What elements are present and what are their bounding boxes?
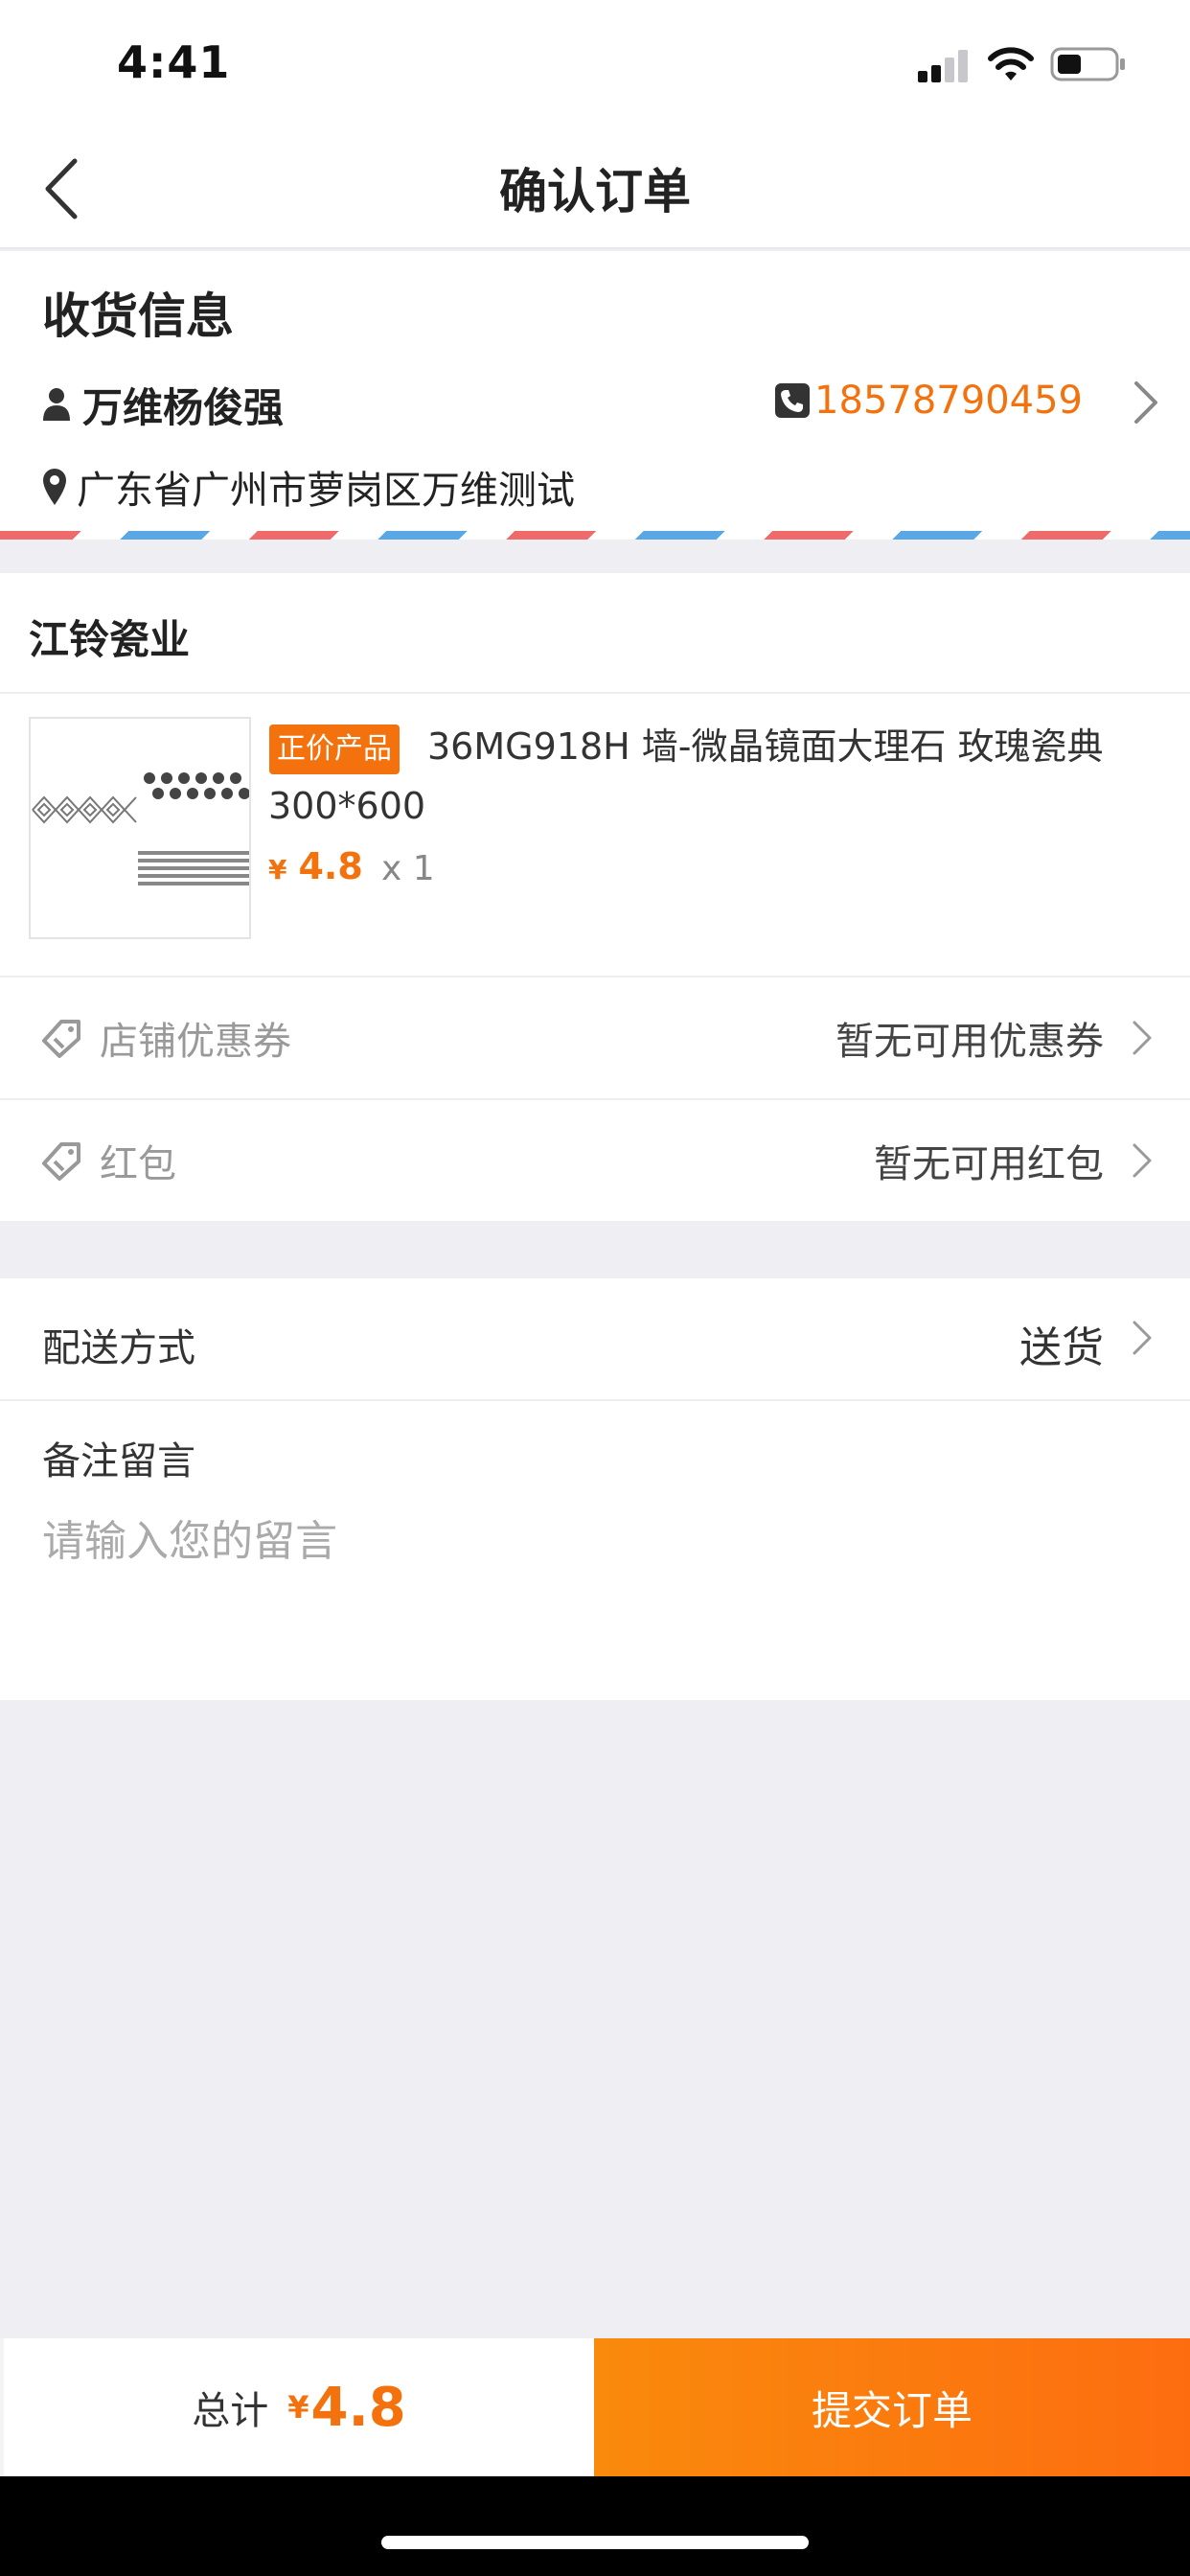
- phone-row: 18578790459: [774, 379, 1083, 423]
- coupon-label: 店铺优惠券: [100, 1020, 291, 1064]
- phone-icon: [775, 383, 811, 418]
- user-icon: [43, 388, 70, 421]
- shipping-info-heading: 收货信息: [42, 288, 234, 344]
- chevron-right-icon: [1133, 1143, 1152, 1178]
- envelope-stripe-divider: [0, 531, 1190, 540]
- battery-icon: [1050, 47, 1125, 81]
- status-bar: 4:41: [0, 0, 1190, 126]
- product-thumbnail[interactable]: [29, 717, 251, 939]
- recipient-phone: 18578790459: [814, 379, 1083, 423]
- order-total: 总计 ¥ 4.8: [0, 2338, 594, 2476]
- delivery-method-value: 送货: [1019, 1323, 1104, 1372]
- status-time: 4:41: [117, 36, 231, 88]
- home-indicator[interactable]: [381, 2536, 809, 2549]
- recipient-address: 广东省广州市萝岗区万维测试: [77, 469, 575, 513]
- coupon-tag-icon: [42, 1142, 80, 1181]
- page-title: 确认订单: [499, 164, 691, 219]
- nav-bar: 确认订单: [0, 126, 1190, 249]
- total-label: 总计: [192, 2389, 269, 2433]
- note-input[interactable]: [42, 1506, 1144, 1660]
- delivery-section: 配送方式 送货 备注留言: [0, 1278, 1190, 1700]
- coupon-tag-icon: [42, 1020, 80, 1058]
- chevron-right-icon: [1133, 1021, 1152, 1055]
- product-price: ¥4.8: [268, 845, 363, 887]
- submit-order-button[interactable]: 提交订单: [594, 2338, 1190, 2476]
- store-name: 江铃瓷业: [29, 616, 191, 663]
- coupon-value: 暂无可用优惠券: [835, 1020, 1104, 1064]
- chevron-right-icon[interactable]: [1127, 374, 1165, 431]
- red-packet-label: 红包: [100, 1142, 176, 1186]
- address-row: 广东省广州市萝岗区万维测试: [42, 460, 575, 514]
- recipient-row: 万维杨俊强: [42, 376, 284, 433]
- red-packet-row[interactable]: 红包 暂无可用红包: [0, 1100, 1190, 1221]
- shipping-address-card[interactable]: 收货信息 万维杨俊强 18578790459 广东省广州市萝岗区万维测试: [0, 251, 1190, 540]
- red-packet-value: 暂无可用红包: [874, 1142, 1104, 1186]
- bottom-bar: 总计 ¥ 4.8 提交订单: [0, 2338, 1190, 2476]
- product-price-value: 4.8: [298, 845, 363, 887]
- product-quantity: x 1: [381, 849, 435, 888]
- divider: [0, 1399, 1190, 1401]
- delivery-method-label: 配送方式: [42, 1326, 195, 1370]
- location-pin-icon: [43, 469, 66, 505]
- chevron-right-icon: [1133, 1321, 1152, 1355]
- divider: [0, 692, 1190, 694]
- total-amount: 4.8: [310, 2376, 406, 2439]
- store-section: 江铃瓷业 36MG918H 墙-微晶镜面大理石 玫瑰瓷典300*600 正价产品…: [0, 573, 1190, 1221]
- product-title[interactable]: 36MG918H 墙-微晶镜面大理石 玫瑰瓷典300*600: [268, 717, 1169, 836]
- store-coupon-row[interactable]: 店铺优惠券 暂无可用优惠券: [0, 978, 1190, 1098]
- total-currency: ¥: [287, 2389, 309, 2426]
- recipient-name: 万维杨俊强: [82, 383, 285, 431]
- delivery-method-row[interactable]: 配送方式 送货: [0, 1278, 1190, 1399]
- note-label: 备注留言: [42, 1439, 195, 1484]
- currency-symbol: ¥: [268, 854, 287, 886]
- product-tag-badge: 正价产品: [269, 724, 400, 774]
- home-indicator-area: [0, 2476, 1190, 2576]
- signal-icon: [918, 50, 968, 82]
- wifi-icon: [988, 47, 1034, 80]
